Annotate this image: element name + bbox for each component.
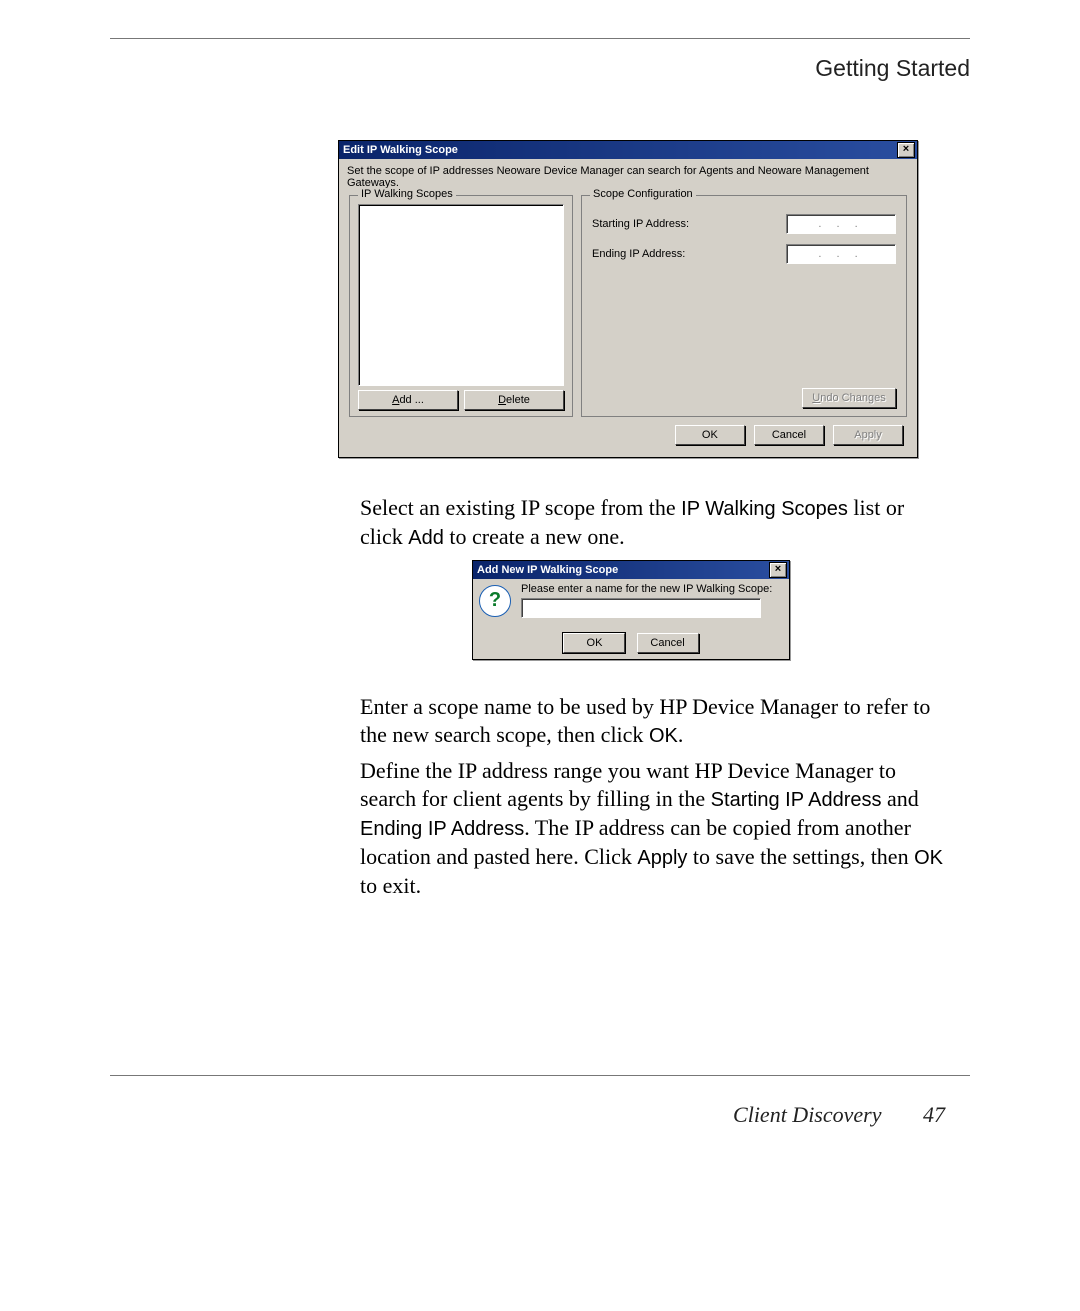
para3-term4: OK [914,847,943,869]
para2-t2: . [678,722,684,747]
add-button[interactable]: Add ... [358,390,458,410]
undo-changes-button[interactable]: Undo Changes [802,388,896,408]
section-header: Getting Started [815,55,970,82]
close-icon[interactable]: × [897,142,915,158]
ok-button[interactable]: OK [675,425,745,445]
para2-t1: Enter a scope name to be used by HP Devi… [360,694,930,747]
dialog2-title: Add New IP Walking Scope [477,564,618,576]
dialog-titlebar: Edit IP Walking Scope × [339,141,917,159]
ending-ip-label: Ending IP Address: [592,248,685,260]
ip-scopes-listbox[interactable] [358,204,564,386]
dialog-title: Edit IP Walking Scope [343,144,458,156]
para2-term1: OK [649,725,678,747]
cancel-button[interactable]: Cancel [637,633,699,653]
para3-t4: to save the settings, then [687,844,914,869]
close-icon[interactable]: × [769,562,787,578]
dialog2-prompt: Please enter a name for the new IP Walki… [521,583,783,595]
instruction-para-1: Select an existing IP scope from the IP … [360,494,945,552]
starting-ip-label: Starting IP Address: [592,218,689,230]
ending-ip-input[interactable]: . . . [786,244,896,264]
para3-t5: to exit. [360,873,421,898]
instruction-para-3: Define the IP address range you want HP … [360,757,945,900]
rule-top [110,38,970,39]
footer-page-number: 47 [923,1102,945,1127]
scope-configuration-group: Scope Configuration Starting IP Address:… [581,195,907,417]
add-new-ip-walking-scope-dialog: Add New IP Walking Scope × Please enter … [472,560,790,660]
delete-button[interactable]: Delete [464,390,564,410]
scope-name-input[interactable] [521,598,761,618]
footer: Client Discovery 47 [733,1102,945,1128]
para3-term3: Apply [637,847,687,869]
starting-ip-input[interactable]: . . . [786,214,896,234]
question-icon [479,585,511,617]
dialog2-titlebar: Add New IP Walking Scope × [473,561,789,579]
para1-term2: Add [408,527,444,549]
ip-walking-scopes-group: IP Walking Scopes Add ... Delete [349,195,573,417]
ok-button[interactable]: OK [563,633,625,653]
instruction-para-2: Enter a scope name to be used by HP Devi… [360,693,945,750]
edit-ip-walking-scope-dialog: Edit IP Walking Scope × Set the scope of… [338,140,918,458]
para1-t3: to create a new one. [444,524,625,549]
group-legend-left: IP Walking Scopes [358,188,456,200]
dialog2-button-row: OK Cancel [473,633,789,653]
para3-term2: Ending IP Address [360,818,524,840]
cancel-button[interactable]: Cancel [754,425,824,445]
apply-button[interactable]: Apply [833,425,903,445]
para1-term1: IP Walking Scopes [681,498,848,520]
para3-term1: Starting IP Address [711,789,882,811]
para1-t1: Select an existing IP scope from the [360,495,681,520]
para3-t2: and [882,786,919,811]
rule-bottom [110,1075,970,1076]
group-legend-right: Scope Configuration [590,188,696,200]
dialog-button-row: OK Cancel Apply [669,425,903,445]
footer-chapter: Client Discovery [733,1102,881,1127]
